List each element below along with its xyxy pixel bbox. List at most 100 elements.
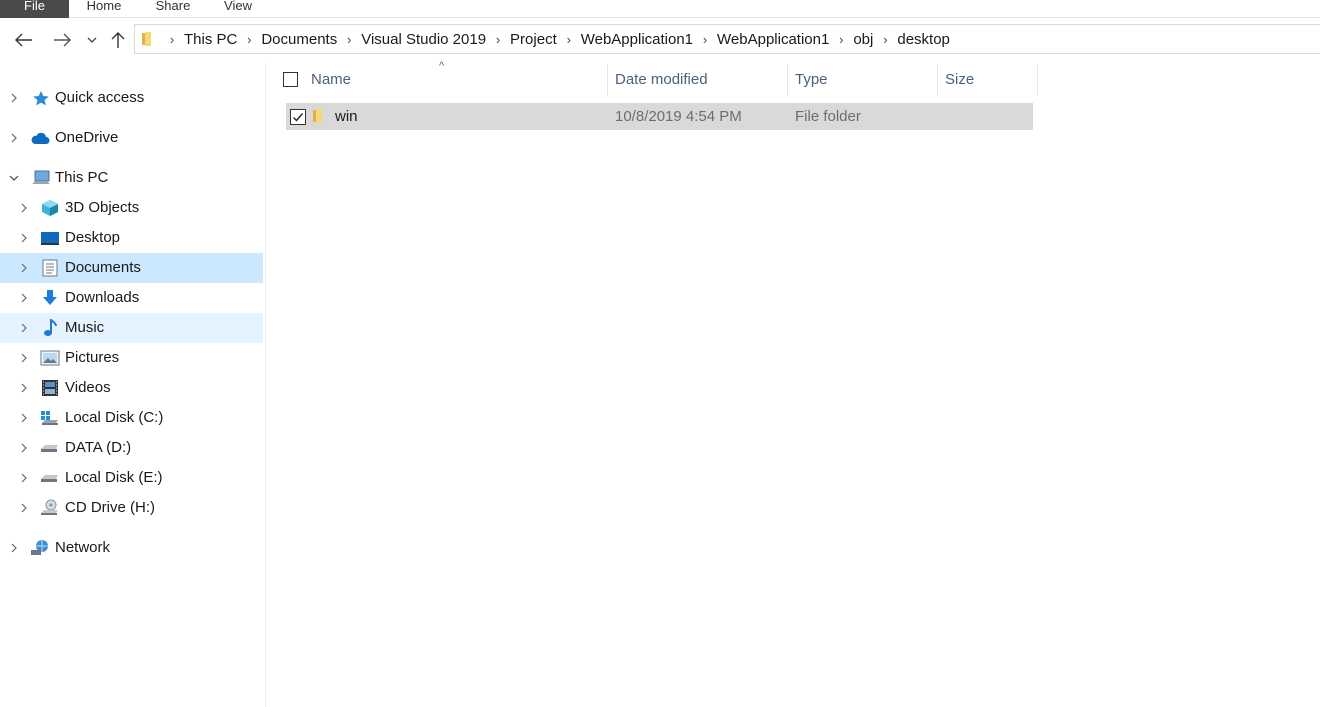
- sidebar-item-label: Pictures: [65, 349, 120, 366]
- column-header-name[interactable]: Name: [311, 62, 607, 98]
- chevron-right-icon[interactable]: [18, 412, 30, 424]
- up-button[interactable]: [106, 28, 130, 52]
- chevron-right-icon[interactable]: [18, 262, 30, 274]
- file-type: File folder: [795, 108, 861, 125]
- recent-locations-button[interactable]: [81, 28, 103, 52]
- folder-icon: [313, 109, 322, 123]
- sidebar-item-documents[interactable]: Documents: [0, 253, 263, 283]
- column-divider[interactable]: [1037, 64, 1038, 96]
- chevron-right-icon[interactable]: [18, 322, 30, 334]
- sidebar-item-desktop[interactable]: Desktop: [0, 223, 263, 253]
- breadcrumb-this-pc[interactable]: This PC: [181, 31, 240, 48]
- arrow-left-icon: [15, 33, 32, 47]
- chevron-right-icon[interactable]: [8, 92, 20, 104]
- arrow-up-icon: [111, 32, 125, 48]
- sidebar-item-label: Desktop: [65, 229, 121, 246]
- sidebar-item-cd-drive-h[interactable]: CD Drive (H:): [0, 493, 263, 523]
- sidebar-item-videos[interactable]: Videos: [0, 373, 263, 403]
- sidebar-item-quick-access[interactable]: Quick access: [0, 83, 263, 113]
- table-row[interactable]: win 10/8/2019 4:54 PM File folder: [286, 103, 1033, 130]
- sidebar-item-3d-objects[interactable]: 3D Objects: [0, 193, 263, 223]
- column-header-type[interactable]: Type: [795, 62, 937, 98]
- sidebar-item-label: Downloads: [65, 289, 140, 306]
- system-drive-icon: [40, 409, 60, 427]
- sidebar-item-label: Local Disk (E:): [65, 469, 163, 486]
- row-checkbox[interactable]: [290, 109, 306, 125]
- sidebar-item-music[interactable]: Music: [0, 313, 263, 343]
- sidebar-item-downloads[interactable]: Downloads: [0, 283, 263, 313]
- chevron-right-icon[interactable]: [18, 352, 30, 364]
- sidebar-item-label: Music: [65, 319, 105, 336]
- breadcrumb-desktop[interactable]: desktop: [894, 31, 953, 48]
- column-header-row: ^ Name Date modified Type Size: [266, 60, 1038, 98]
- tab-view[interactable]: View: [214, 0, 262, 18]
- navigation-bar: › This PC › Documents › Visual Studio 20…: [0, 18, 1320, 62]
- cloud-icon: [30, 129, 50, 147]
- film-icon: [40, 379, 60, 397]
- file-list-pane: ^ Name Date modified Type Size win 10/8/…: [266, 60, 1320, 707]
- chevron-right-icon[interactable]: [18, 232, 30, 244]
- sidebar-item-label: This PC: [55, 169, 109, 186]
- download-icon: [40, 289, 60, 307]
- computer-icon: [31, 169, 51, 187]
- chevron-right-icon[interactable]: ›: [560, 32, 578, 47]
- back-button[interactable]: [12, 28, 36, 52]
- chevron-right-icon[interactable]: [8, 542, 20, 554]
- column-header-size[interactable]: Size: [945, 62, 1037, 98]
- sidebar-item-label: OneDrive: [55, 129, 119, 146]
- breadcrumb-obj[interactable]: obj: [850, 31, 876, 48]
- network-icon: [30, 539, 50, 557]
- tab-home[interactable]: Home: [76, 0, 132, 18]
- chevron-down-icon: [87, 37, 97, 43]
- chevron-right-icon[interactable]: [18, 442, 30, 454]
- chevron-right-icon[interactable]: ›: [696, 32, 714, 47]
- sidebar-item-network[interactable]: Network: [0, 533, 263, 563]
- breadcrumb-project[interactable]: Project: [507, 31, 560, 48]
- column-divider[interactable]: [787, 64, 788, 96]
- sidebar-item-pictures[interactable]: Pictures: [0, 343, 263, 373]
- sidebar-item-this-pc[interactable]: This PC: [0, 163, 263, 193]
- column-divider[interactable]: [607, 64, 608, 96]
- file-name[interactable]: win: [335, 103, 358, 130]
- breadcrumb-documents[interactable]: Documents: [258, 31, 340, 48]
- sidebar-item-label: Videos: [65, 379, 111, 396]
- address-bar[interactable]: › This PC › Documents › Visual Studio 20…: [134, 24, 1320, 54]
- tab-file[interactable]: File: [0, 0, 69, 18]
- select-all-checkbox[interactable]: [283, 72, 298, 87]
- star-icon: [31, 89, 51, 107]
- breadcrumb-webapplication1[interactable]: WebApplication1: [578, 31, 696, 48]
- sidebar-item-label: Network: [55, 539, 111, 556]
- chevron-right-icon[interactable]: [18, 382, 30, 394]
- column-header-date[interactable]: Date modified: [615, 62, 787, 98]
- chevron-right-icon[interactable]: ›: [340, 32, 358, 47]
- chevron-right-icon[interactable]: [18, 502, 30, 514]
- sidebar-item-label: Quick access: [55, 89, 145, 106]
- chevron-right-icon[interactable]: [8, 132, 20, 144]
- column-divider[interactable]: [937, 64, 938, 96]
- breadcrumb-webapplication1-inner[interactable]: WebApplication1: [714, 31, 832, 48]
- chevron-down-icon[interactable]: [8, 172, 20, 184]
- chevron-right-icon[interactable]: ›: [240, 32, 258, 47]
- cube-icon: [40, 199, 60, 217]
- sidebar-item-onedrive[interactable]: OneDrive: [0, 123, 263, 153]
- forward-button[interactable]: [50, 28, 74, 52]
- desktop-icon: [40, 229, 60, 247]
- picture-icon: [40, 349, 60, 367]
- drive-icon: [40, 469, 60, 487]
- sidebar-item-data-d[interactable]: DATA (D:): [0, 433, 263, 463]
- chevron-right-icon[interactable]: ›: [489, 32, 507, 47]
- sidebar-item-label: Local Disk (C:): [65, 409, 164, 426]
- chevron-right-icon[interactable]: [18, 472, 30, 484]
- sidebar-item-local-disk-e[interactable]: Local Disk (E:): [0, 463, 263, 493]
- file-date-modified: 10/8/2019 4:54 PM: [615, 108, 742, 125]
- chevron-right-icon[interactable]: ›: [163, 32, 181, 47]
- chevron-right-icon[interactable]: ›: [876, 32, 894, 47]
- arrow-right-icon: [54, 33, 71, 47]
- chevron-right-icon[interactable]: [18, 292, 30, 304]
- breadcrumb-visual-studio[interactable]: Visual Studio 2019: [358, 31, 489, 48]
- tab-share[interactable]: Share: [146, 0, 200, 18]
- sidebar-item-local-disk-c[interactable]: Local Disk (C:): [0, 403, 263, 433]
- chevron-right-icon[interactable]: [18, 202, 30, 214]
- document-icon: [40, 259, 60, 277]
- chevron-right-icon[interactable]: ›: [832, 32, 850, 47]
